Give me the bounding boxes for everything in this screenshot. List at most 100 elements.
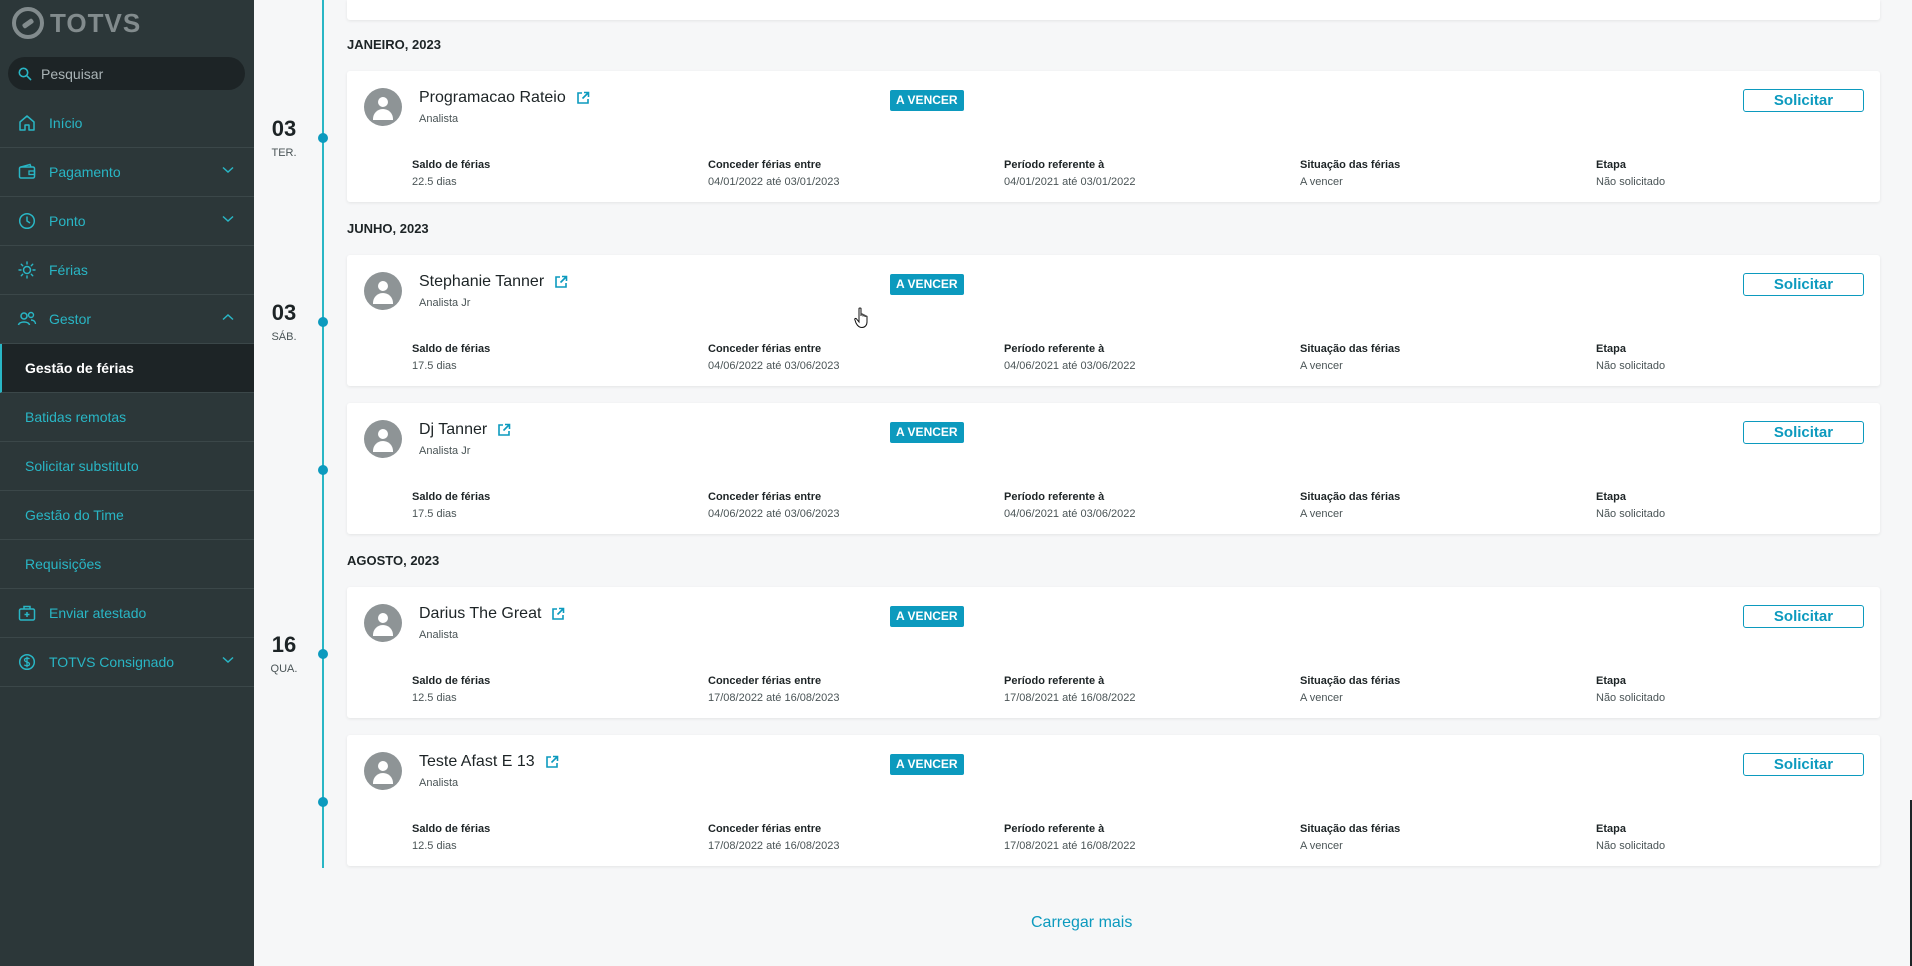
sidebar-item-pagamento[interactable]: Pagamento [0,148,254,197]
field-periodo: Período referente à 17/08/2021 até 16/08/… [1004,675,1136,704]
wallet-icon [17,162,37,182]
employee-role: Analista Jr [419,445,471,457]
field-conceder: Conceder férias entre 17/08/2022 até 16/0… [708,823,840,852]
external-link-icon[interactable] [497,423,511,437]
solicitar-button[interactable]: Solicitar [1743,421,1864,444]
field-situacao: Situação das férias A vencer [1300,159,1401,188]
timeline-dot [318,317,328,327]
field-etapa: Etapa Não solicitado [1596,675,1666,704]
sidebar-item-gestao-do-time[interactable]: Gestão do Time [0,491,254,540]
field-conceder: Conceder férias entre 17/08/2022 até 16/0… [708,675,840,704]
field-situacao: Situação das férias A vencer [1300,491,1401,520]
field-situacao: Situação das férias A vencer [1300,675,1401,704]
clock-icon [17,211,37,231]
search-box [8,57,245,90]
chevron-down-icon [222,656,234,664]
home-icon [17,113,37,133]
load-more-link[interactable]: Carregar mais [1031,914,1132,932]
sidebar-item-solicitar-substituto[interactable]: Solicitar substituto [0,442,254,491]
field-conceder: Conceder férias entre 04/06/2022 até 03/0… [708,343,840,372]
sidebar-item-label: Férias [49,262,88,278]
sidebar-item-label: Pagamento [49,164,121,180]
status-badge: A VENCER [890,606,964,627]
employee-card: Stephanie Tanner Analista Jr A VENCER So… [347,255,1880,386]
field-periodo: Período referente à 04/06/2021 até 03/06/… [1004,491,1136,520]
sidebar-item-batidas-remotas[interactable]: Batidas remotas [0,393,254,442]
date-day: 03 [271,300,297,325]
avatar [364,272,402,310]
field-saldo: Saldo de férias 17.5 dias [412,491,491,520]
sidebar-item-enviar-atestado[interactable]: Enviar atestado [0,589,254,638]
field-etapa: Etapa Não solicitado [1596,491,1666,520]
sidebar-item-inicio[interactable]: Início [0,99,254,148]
avatar [364,420,402,458]
employee-card: Dj Tanner Analista Jr A VENCER Solicitar… [347,403,1880,534]
sidebar-item-gestao-de-ferias[interactable]: Gestão de férias [0,344,254,393]
solicitar-button[interactable]: Solicitar [1743,89,1864,112]
status-badge: A VENCER [890,274,964,295]
sidebar-item-label: TOTVS Consignado [49,654,175,670]
timeline-dot [318,465,328,475]
sidebar-menu: Início Pagamento Ponto Férias Gestor Ges… [0,99,254,687]
external-link-icon[interactable] [551,607,565,621]
sidebar-item-ferias[interactable]: Férias [0,246,254,295]
external-link-icon[interactable] [554,275,568,289]
field-saldo: Saldo de férias 12.5 dias [412,823,491,852]
sidebar-item-label: Gestão do Time [25,507,124,523]
field-saldo: Saldo de férias 22.5 dias [412,159,491,188]
search-input[interactable] [41,65,231,82]
chevron-down-icon [222,215,234,223]
date-weekday: QUA. [270,663,298,675]
date-day: 16 [271,632,297,657]
hand-cursor-icon [854,307,868,329]
external-link-icon[interactable] [576,91,590,105]
employee-role: Analista Jr [419,297,471,309]
employee-name[interactable]: Programacao Rateio [419,89,590,107]
sidebar-item-label: Gestor [49,311,92,327]
sidebar-item-ponto[interactable]: Ponto [0,197,254,246]
field-etapa: Etapa Não solicitado [1596,343,1666,372]
status-badge: A VENCER [890,754,964,775]
sidebar-item-label: Ponto [49,213,86,229]
field-conceder: Conceder férias entre 04/01/2022 até 03/0… [708,159,840,188]
avatar [364,88,402,126]
field-saldo: Saldo de férias 17.5 dias [412,343,491,372]
employee-card: Darius The Great Analista A VENCER Solic… [347,587,1880,718]
sidebar-item-totvs-consignado[interactable]: TOTVS Consignado [0,638,254,687]
solicitar-button[interactable]: Solicitar [1743,273,1864,296]
date-weekday: TER. [271,147,297,159]
sidebar-item-gestor[interactable]: Gestor [0,295,254,344]
totvs-logo-icon [12,7,44,39]
external-link-icon[interactable] [545,755,559,769]
employee-name[interactable]: Dj Tanner [419,421,511,439]
sidebar-item-label: Requisições [25,556,102,572]
timeline-dot [318,797,328,807]
timeline-dot [318,649,328,659]
employee-card: Programacao Rateio Analista A VENCER Sol… [347,71,1880,202]
employee-name[interactable]: Darius The Great [419,605,565,623]
solicitar-button[interactable]: Solicitar [1743,753,1864,776]
solicitar-button[interactable]: Solicitar [1743,605,1864,628]
sidebar: TOTVS Início Pagamento Ponto Férias Gest… [0,0,254,966]
field-etapa: Etapa Não solicitado [1596,823,1666,852]
field-conceder: Conceder férias entre 04/06/2022 até 03/0… [708,491,840,520]
field-periodo: Período referente à 04/06/2021 até 03/06/… [1004,343,1136,372]
sun-icon [17,260,37,280]
employee-name[interactable]: Teste Afast E 13 [419,753,559,771]
status-badge: A VENCER [890,90,964,111]
field-situacao: Situação das férias A vencer [1300,343,1401,372]
employee-card: Teste Afast E 13 Analista A VENCER Solic… [347,735,1880,866]
chevron-down-icon [222,166,234,174]
totvs-logo[interactable]: TOTVS [12,7,141,39]
previous-card [347,0,1880,20]
sidebar-item-label: Início [49,115,83,131]
month-label: JUNHO, 2023 [347,221,429,236]
timeline-line [322,0,324,868]
employee-role: Analista [419,777,459,789]
sidebar-item-requisicoes[interactable]: Requisições [0,540,254,589]
employee-role: Analista [419,113,459,125]
search-icon [18,67,32,80]
employee-name[interactable]: Stephanie Tanner [419,273,568,291]
field-situacao: Situação das férias A vencer [1300,823,1401,852]
chevron-up-icon [222,313,234,321]
